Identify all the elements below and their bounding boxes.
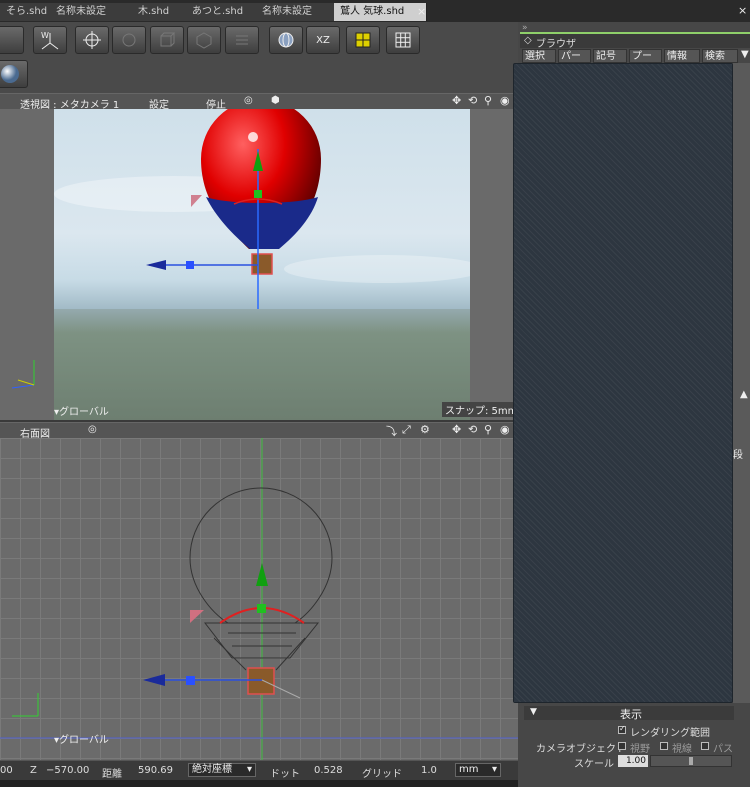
status-dot-label: ドット — [270, 769, 300, 780]
globe-icon — [278, 32, 294, 48]
scale-slider[interactable] — [650, 755, 732, 767]
line-of-sight-checkbox[interactable] — [660, 742, 668, 750]
globe-button[interactable] — [269, 26, 303, 54]
status-z-value: −570.00 — [46, 765, 90, 776]
zoom-icon[interactable]: ⚲ — [484, 423, 492, 436]
display-panel-header[interactable]: ▼ 表示 — [524, 706, 734, 721]
view-options-icon[interactable]: ◉ — [500, 423, 510, 436]
rotate-arrow-icon[interactable]: ⤵ — [386, 423, 397, 439]
display-panel-title: 表示 — [620, 708, 642, 721]
rotate-view-icon[interactable]: ⟲ — [468, 423, 477, 436]
browser-tab-select[interactable]: 選択 — [522, 49, 556, 63]
tab-untitled-2[interactable]: 名称未設定 — [256, 3, 339, 21]
display-collapse-icon[interactable]: ▼ — [530, 707, 537, 717]
browser-header[interactable]: ◇ ブラウザ — [520, 32, 750, 50]
browser-tab-info[interactable]: 情報 — [664, 49, 700, 63]
right-coord-mode[interactable]: ▾グローバル — [54, 731, 109, 746]
target-icon[interactable]: ◎ — [244, 95, 253, 106]
right-edge-label: 段 — [733, 450, 743, 461]
rendering-range-label: レンダリング範囲 — [630, 728, 710, 739]
world-axis-icon: W — [41, 31, 59, 50]
scale-label: スケール — [574, 759, 614, 770]
disabled-circle-button[interactable] — [112, 26, 146, 54]
list-icon — [236, 35, 248, 45]
gear-icon[interactable]: ⚙ — [420, 423, 430, 436]
document-tab-bar: そら.shd 名称未設定 木.shd あつと.shd 名称未設定 鷲人 気球.s… — [0, 0, 750, 23]
rendering-range-checkbox[interactable]: ✓ — [618, 724, 626, 734]
disabled-list-button[interactable] — [225, 26, 259, 54]
snap-indicator[interactable]: スナップ: 5mm — [442, 402, 521, 417]
browser-tab-pool[interactable]: プー — [629, 49, 662, 63]
tab-atsuto[interactable]: あつと.shd — [186, 3, 261, 21]
crosshair-icon — [83, 31, 101, 49]
mesh-grid-icon — [395, 32, 411, 48]
tab-balloon[interactable]: 鷲人 気球.shd — [334, 3, 427, 21]
grid-mesh-button[interactable] — [386, 26, 420, 54]
line-of-sight-label: 視線 — [672, 744, 692, 755]
right-edge-strip — [733, 63, 750, 703]
disabled-box-button[interactable] — [150, 26, 184, 54]
xz-plane-button[interactable]: XZ — [306, 26, 340, 54]
sphere-icon — [1, 65, 19, 83]
tab-sora[interactable]: そら.shd — [0, 3, 53, 21]
cube-icon — [196, 32, 212, 49]
tab-close-icon[interactable]: × — [417, 5, 426, 18]
scale-input[interactable]: 1.00 — [618, 755, 648, 767]
axis-gizmo-icon — [8, 350, 38, 393]
target-button[interactable] — [75, 26, 109, 54]
cube-icon[interactable]: ⬢ — [271, 95, 280, 106]
tab-ki[interactable]: 木.shd — [132, 3, 190, 21]
svg-text:W: W — [41, 31, 49, 40]
world-axis-button[interactable]: W — [33, 26, 67, 54]
status-left-value: 00 — [0, 765, 13, 776]
move-view-icon[interactable]: ✥ — [452, 94, 461, 107]
right-viewport[interactable] — [0, 438, 518, 760]
grid-quad-button[interactable] — [346, 26, 380, 54]
path-label: パス — [713, 744, 733, 755]
camera-object-label: カメラオブジェクト — [536, 744, 626, 755]
status-distance-label: 距離 — [102, 769, 122, 780]
scroll-up-icon[interactable]: ▲ — [740, 389, 748, 400]
view-checkbox[interactable] — [618, 742, 626, 750]
browser-title: ブラウザ — [536, 39, 576, 50]
disabled-cube-button[interactable] — [187, 26, 221, 54]
zoom-icon[interactable]: ⚲ — [484, 94, 492, 107]
unit-select[interactable]: mm ▾ — [455, 763, 501, 777]
browser-tab-part[interactable]: パー — [558, 49, 591, 63]
view-label: 視野 — [630, 744, 650, 755]
sphere-button[interactable] — [0, 60, 28, 88]
coord-mode-select[interactable]: 絶対座標 ▾ — [188, 763, 256, 777]
scale-slider-handle[interactable] — [689, 757, 693, 765]
status-grid-label: グリッド — [362, 769, 402, 780]
perspective-render[interactable] — [54, 109, 470, 420]
view-options-icon[interactable]: ◉ — [500, 94, 510, 107]
balloon-render — [54, 109, 470, 420]
target-icon[interactable]: ◎ — [88, 424, 97, 435]
move-view-icon[interactable]: ✥ — [452, 423, 461, 436]
tab-untitled-1[interactable]: 名称未設定 — [50, 3, 133, 21]
status-distance-value: 590.69 — [138, 765, 173, 776]
quad-grid-icon — [355, 32, 371, 48]
xz-plane-label: XZ — [316, 34, 330, 46]
status-dot-value: 0.528 — [314, 765, 343, 776]
perspective-coord-mode[interactable]: ▾グローバル — [54, 403, 109, 418]
browser-tab-more-icon[interactable]: ▼ — [741, 49, 749, 60]
browser-tab-search[interactable]: 検索 — [702, 49, 738, 63]
path-checkbox[interactable] — [701, 742, 709, 750]
browser-tab-symbol[interactable]: 記号 — [593, 49, 627, 63]
circle-icon — [122, 33, 136, 47]
zoom-fit-icon[interactable]: ⤢ — [402, 423, 411, 437]
status-z-label: Z — [30, 765, 37, 776]
rotate-view-icon[interactable]: ⟲ — [468, 94, 477, 107]
toolbar: W XZ — [0, 22, 520, 94]
toolbar-button-prev[interactable] — [0, 26, 24, 54]
window-close-icon[interactable]: × — [738, 4, 747, 17]
status-grid-value: 1.0 — [421, 765, 437, 776]
browser-content[interactable] — [513, 63, 733, 703]
box-icon — [160, 32, 176, 47]
balloon-wireframe — [0, 438, 518, 760]
browser-collapse-icon[interactable]: ◇ — [524, 35, 532, 46]
status-bar: 00 Z −570.00 距離 590.69 絶対座標 ▾ ドット 0.528 グ… — [0, 760, 518, 781]
